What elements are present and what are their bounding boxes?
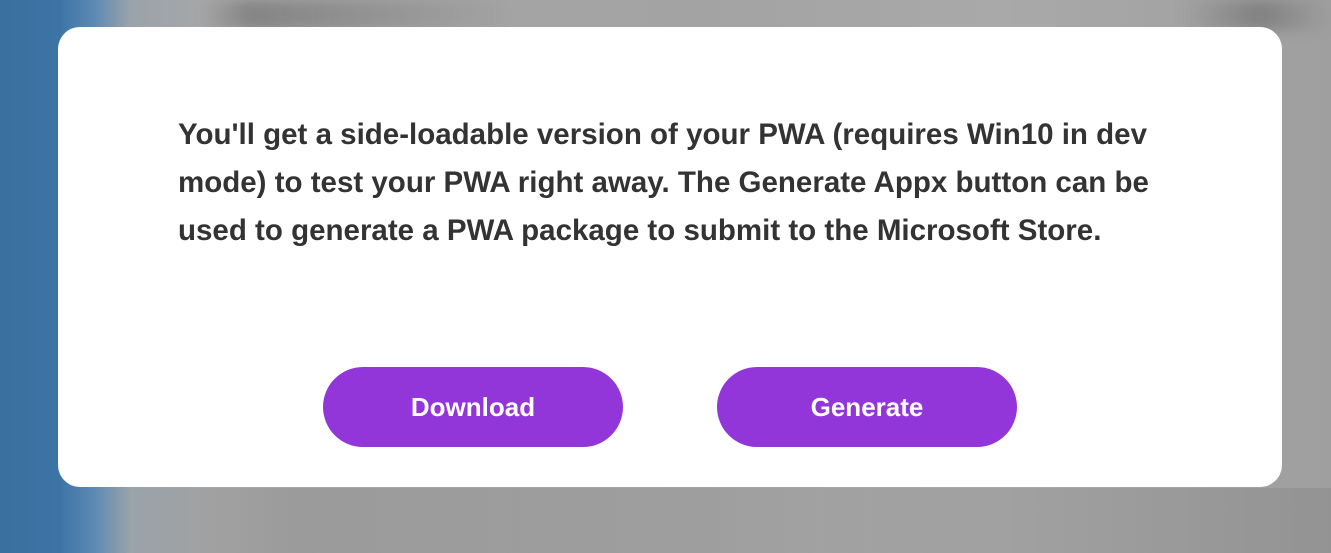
- blurred-page-background-top: [0, 0, 1331, 30]
- package-dialog: You'll get a side-loadable version of yo…: [58, 27, 1282, 487]
- dialog-message: You'll get a side-loadable version of yo…: [178, 118, 1149, 247]
- download-button[interactable]: Download: [323, 367, 623, 447]
- generate-button[interactable]: Generate: [717, 367, 1017, 447]
- blurred-page-background-bottom: [0, 488, 1331, 553]
